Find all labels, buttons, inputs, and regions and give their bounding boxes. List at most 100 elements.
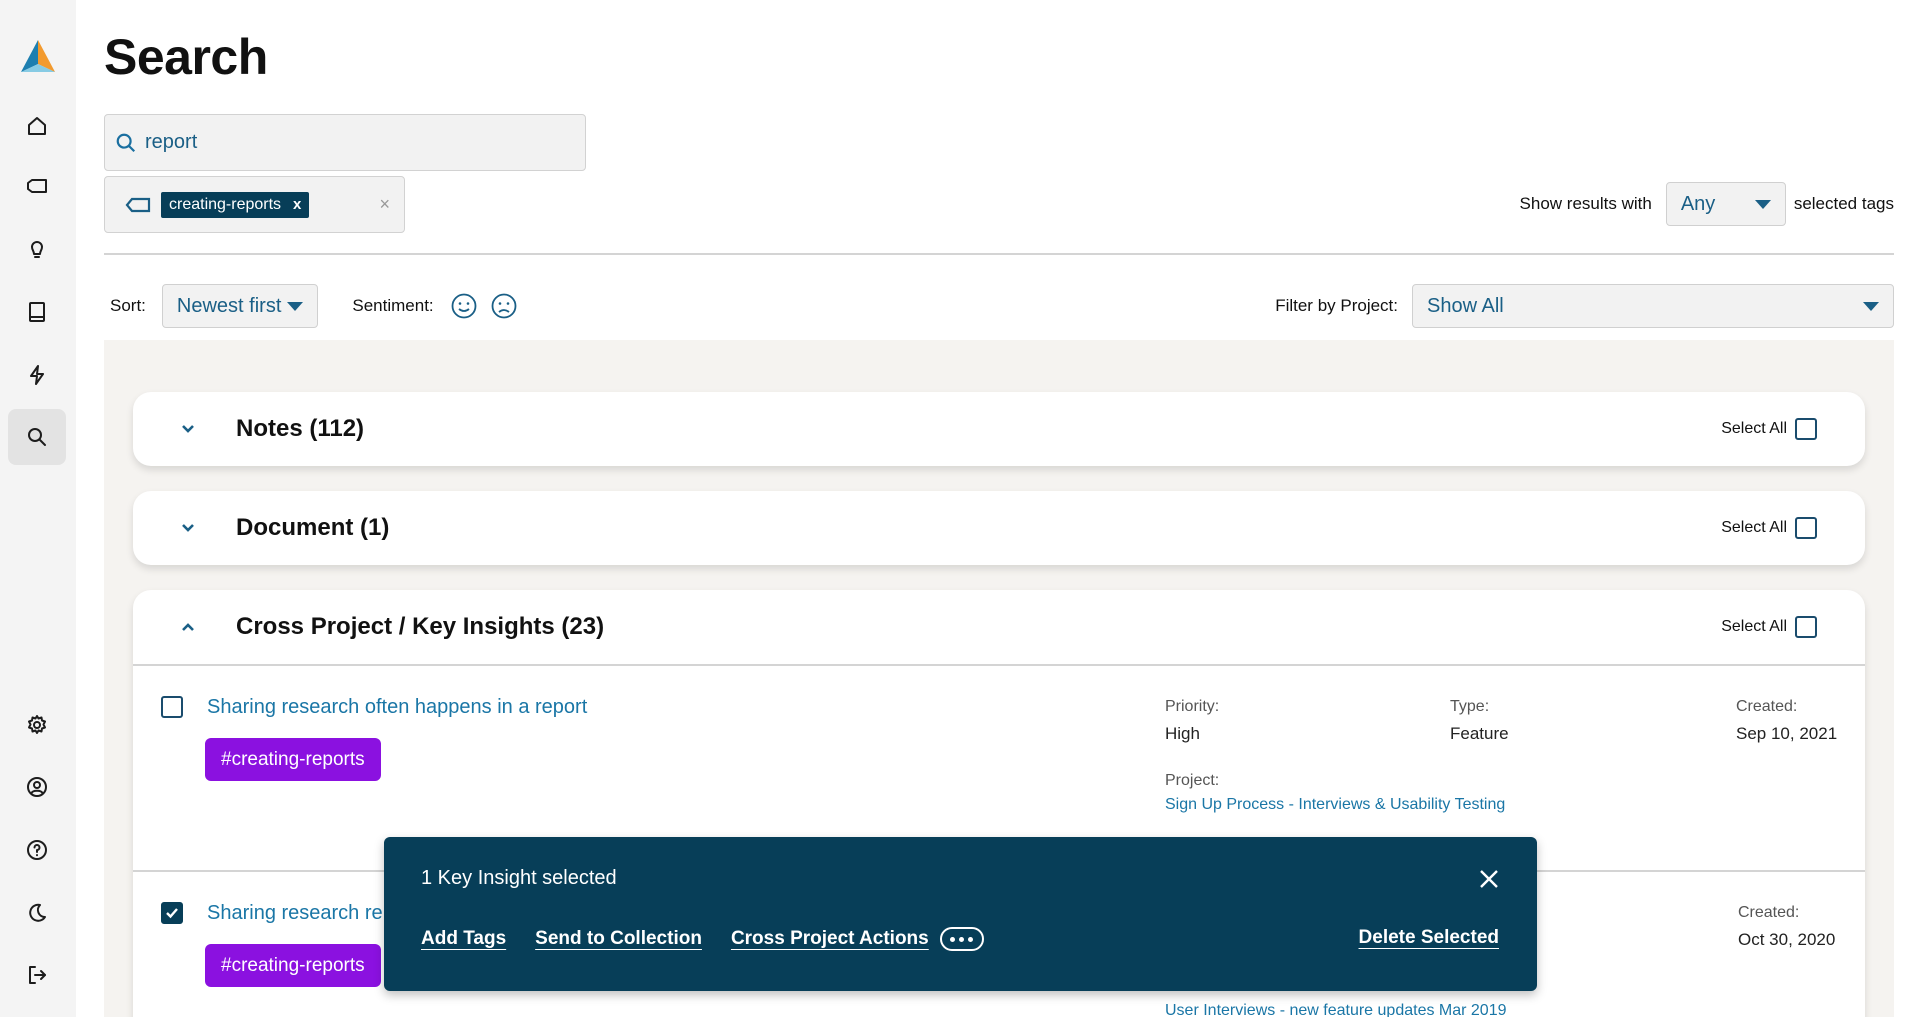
tag-icon: [27, 179, 47, 193]
search-field[interactable]: [104, 114, 586, 171]
sidebar-item-library[interactable]: [8, 284, 66, 340]
gear-icon: [28, 715, 46, 734]
select-all-checkbox[interactable]: [1795, 418, 1817, 440]
tag-chip-label: creating-reports: [169, 195, 282, 213]
select-all-insights[interactable]: Select All: [1721, 616, 1817, 638]
delete-selected-button[interactable]: Delete Selected: [1359, 927, 1499, 949]
search-icon: [28, 428, 46, 446]
sidebar-item-help[interactable]: [8, 822, 66, 878]
priority-value: High: [1165, 724, 1200, 743]
sidebar-item-home[interactable]: [8, 98, 66, 154]
cross-project-actions-button[interactable]: Cross Project Actions: [731, 928, 929, 950]
search-input[interactable]: [145, 131, 565, 154]
section-header[interactable]: Document (1) Select All: [133, 491, 1865, 565]
section-document: Document (1) Select All: [133, 491, 1865, 565]
dot-icon: [959, 936, 965, 942]
chevron-up-icon[interactable]: [181, 620, 195, 634]
divider: [104, 253, 1894, 255]
show-results-control: Show results with Any selected tags: [1520, 182, 1894, 226]
select-all-checkbox[interactable]: [1795, 517, 1817, 539]
search-icon: [116, 133, 136, 152]
created-value: Oct 30, 2020: [1738, 930, 1836, 949]
sentiment-label: Sentiment:: [352, 296, 434, 315]
filter-label: Filter by Project:: [1275, 296, 1398, 315]
project-link[interactable]: User Interviews - new feature updates Ma…: [1165, 1002, 1507, 1017]
sidebar-item-dark-mode[interactable]: [8, 885, 66, 941]
more-options-button[interactable]: [939, 927, 984, 951]
tag-icon: [125, 197, 151, 212]
sidebar-item-search[interactable]: [8, 409, 66, 465]
moon-icon: [29, 903, 46, 922]
dot-icon: [950, 936, 956, 942]
page-title: Search: [104, 29, 268, 85]
select-all-label: Select All: [1721, 420, 1787, 437]
hashtag-chip[interactable]: #creating-reports: [205, 944, 381, 987]
select-all-label: Select All: [1721, 519, 1787, 536]
remove-tag-button[interactable]: x: [293, 196, 301, 213]
section-title: Document (1): [236, 514, 390, 541]
insight-title-link[interactable]: Sharing research re: [207, 902, 383, 925]
tag-match-value: Any: [1680, 192, 1716, 215]
insight-title-link[interactable]: Sharing research often happens in a repo…: [207, 696, 587, 719]
show-results-suffix: selected tags: [1793, 194, 1894, 213]
chevron-down-icon[interactable]: [181, 521, 195, 535]
sidebar-item-tags[interactable]: [8, 159, 66, 215]
app-logo[interactable]: [19, 38, 57, 76]
sidebar-item-profile[interactable]: [8, 759, 66, 815]
add-tags-button[interactable]: Add Tags: [421, 928, 506, 950]
type-value: Feature: [1450, 724, 1509, 743]
sort-label: Sort:: [110, 296, 146, 315]
sidebar-item-settings[interactable]: [8, 697, 66, 753]
select-all-label: Select All: [1721, 618, 1787, 635]
user-icon: [27, 777, 47, 797]
caret-down-icon: [287, 301, 304, 311]
created-value: Sep 10, 2021: [1736, 724, 1838, 743]
bolt-icon: [30, 365, 44, 385]
sidebar-item-logout[interactable]: [8, 947, 66, 1003]
row-checkbox[interactable]: [161, 696, 183, 718]
sort-controls: Sort: Newest first Sentiment:: [110, 284, 518, 328]
caret-down-icon: [1754, 199, 1771, 209]
type-label: Type:: [1450, 698, 1490, 715]
select-all-notes[interactable]: Select All: [1721, 418, 1817, 440]
hashtag-chip[interactable]: #creating-reports: [205, 738, 381, 781]
tag-filter[interactable]: creating-reports x ×: [104, 176, 405, 233]
chevron-down-icon[interactable]: [181, 422, 195, 436]
sad-face-icon[interactable]: [490, 292, 518, 320]
logout-icon: [29, 966, 46, 984]
help-icon: [27, 840, 47, 860]
sort-value: Newest first: [176, 294, 282, 317]
project-select[interactable]: Show All: [1412, 284, 1894, 328]
section-header[interactable]: Cross Project / Key Insights (23) Select…: [133, 590, 1865, 664]
row-checkbox-checked[interactable]: [161, 902, 183, 924]
send-to-collection-button[interactable]: Send to Collection: [535, 928, 702, 950]
section-title: Notes (112): [236, 415, 365, 442]
clear-tags-button[interactable]: ×: [379, 194, 390, 215]
created-label: Created:: [1738, 904, 1800, 921]
sidebar: [0, 0, 76, 1017]
home-icon: [28, 117, 46, 135]
close-icon[interactable]: [1477, 867, 1501, 891]
section-notes: Notes (112) Select All: [133, 392, 1865, 466]
select-all-checkbox[interactable]: [1795, 616, 1817, 638]
dot-icon: [968, 936, 974, 942]
tag-match-select[interactable]: Any: [1665, 182, 1786, 226]
sidebar-item-automations[interactable]: [8, 347, 66, 403]
project-filter: Filter by Project: Show All: [1275, 284, 1894, 328]
checkmark-icon: [166, 908, 178, 919]
section-header[interactable]: Notes (112) Select All: [133, 392, 1865, 466]
sidebar-item-insights[interactable]: [8, 221, 66, 277]
select-all-document[interactable]: Select All: [1721, 517, 1817, 539]
book-icon: [29, 302, 45, 322]
sort-select[interactable]: Newest first: [161, 284, 319, 328]
caret-down-icon: [1863, 301, 1879, 311]
project-link[interactable]: Sign Up Process - Interviews & Usability…: [1165, 796, 1505, 814]
happy-face-icon[interactable]: [450, 292, 478, 320]
selection-action-bar: 1 Key Insight selected Add Tags Send to …: [384, 837, 1537, 991]
show-results-prefix: Show results with: [1519, 194, 1652, 213]
created-label: Created:: [1736, 698, 1798, 715]
selection-actions: Add Tags Send to Collection Cross Projec…: [421, 927, 984, 951]
selection-count-text: 1 Key Insight selected: [421, 867, 617, 889]
project-label: Project:: [1165, 772, 1220, 789]
section-title: Cross Project / Key Insights (23): [236, 613, 605, 640]
